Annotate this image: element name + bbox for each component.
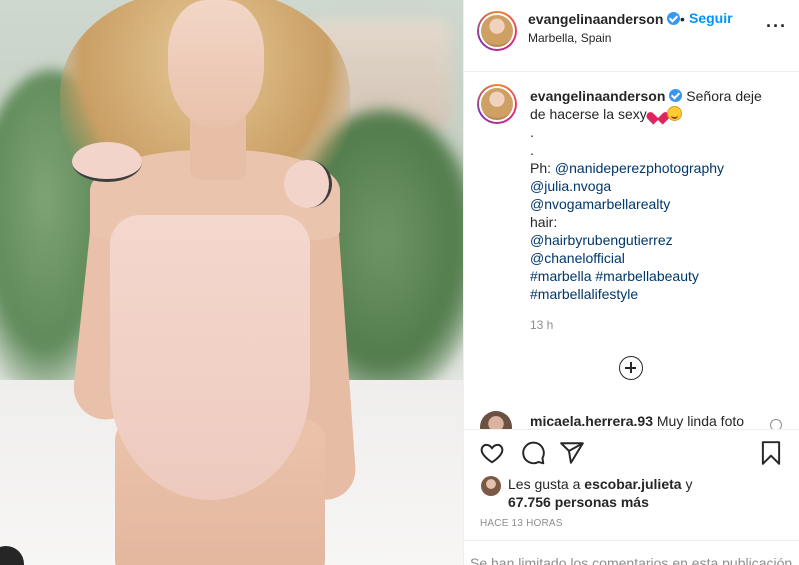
header-username[interactable]: evangelinaanderson (528, 11, 681, 27)
pink-swimsuit (110, 215, 310, 500)
mention-link[interactable]: @nanideperezphotography (555, 160, 724, 176)
avatar-image (479, 86, 515, 122)
caption-timestamp[interactable]: 13 h (530, 318, 553, 332)
red-heart-emoji-icon (651, 107, 665, 120)
mention-link[interactable]: @hairbyrubengutierrez (530, 231, 780, 249)
profile-avatar[interactable] (477, 11, 517, 51)
likes-summary: Les gusta a escobar.julieta y 67.756 per… (464, 474, 799, 514)
liker-username[interactable]: escobar.julieta (584, 476, 681, 492)
load-more-comments-icon[interactable] (619, 356, 643, 380)
likes-prefix: Les gusta a (508, 476, 581, 492)
mention-link[interactable]: @chanelofficial (530, 249, 780, 267)
comment-text: micaela.herrera.93 Muy linda foto (530, 413, 744, 429)
commenter-username[interactable]: micaela.herrera.93 (530, 413, 653, 429)
liker-avatar[interactable] (481, 476, 501, 496)
more-options-icon[interactable]: ··· (766, 17, 786, 36)
post-side-panel: evangelinaanderson • Seguir Marbella, Sp… (463, 0, 799, 565)
comment-body: Muy linda foto (656, 413, 745, 429)
likes-conj: y (685, 476, 693, 492)
verified-badge-icon (669, 89, 683, 102)
caption-username[interactable]: evangelinaanderson (530, 88, 665, 104)
hair-label: hair: (530, 214, 558, 230)
heart-icon[interactable] (479, 440, 505, 466)
swimsuit-ruffle (72, 142, 142, 182)
ph-label: Ph: (530, 160, 552, 176)
likes-count[interactable]: 67.756 personas más (508, 494, 649, 510)
comment-row: micaela.herrera.93 Muy linda foto (464, 405, 799, 429)
bookmark-icon[interactable] (758, 440, 784, 466)
comments-limited-text: Se han limitado los comentarios en esta … (470, 555, 793, 565)
avatar-image (479, 13, 515, 49)
smiling-face-emoji-icon (666, 106, 682, 121)
action-bar (464, 429, 799, 473)
comment-icon[interactable] (520, 440, 546, 466)
model-face (168, 0, 264, 128)
likes-text: Les gusta a escobar.julieta y 67.756 per… (508, 475, 788, 511)
post-timestamp[interactable]: HACE 13 HORAS (480, 518, 563, 529)
verified-badge-icon (667, 12, 681, 25)
location-link[interactable]: Marbella, Spain (528, 31, 611, 45)
caption-dot: . (530, 124, 534, 140)
username-text[interactable]: evangelinaanderson (528, 11, 663, 27)
separator-dot: • (680, 11, 685, 27)
follow-button[interactable]: Seguir (689, 10, 733, 26)
mention-link[interactable]: @julia.nvoga (530, 177, 780, 195)
comment-like-icon[interactable] (770, 419, 782, 429)
caption-block: evangelinaanderson Señora deje de hacers… (464, 72, 799, 417)
mention-link[interactable]: @nvogamarbellarealty (530, 195, 780, 213)
swimsuit-ruffle (284, 160, 332, 208)
caption-dot: . (530, 142, 534, 158)
caption-text: evangelinaanderson Señora deje de hacers… (530, 87, 780, 303)
caption-avatar[interactable] (477, 84, 517, 124)
post-header: evangelinaanderson • Seguir Marbella, Sp… (464, 0, 799, 72)
hashtag-link[interactable]: #marbellalifestyle (530, 285, 780, 303)
commenter-avatar[interactable] (480, 411, 512, 429)
post-photo[interactable] (0, 0, 463, 565)
comments-limited-notice: Se han limitado los comentarios en esta … (464, 540, 799, 565)
share-icon[interactable] (559, 440, 585, 466)
hashtag-links[interactable]: #marbella #marbellabeauty (530, 267, 780, 285)
